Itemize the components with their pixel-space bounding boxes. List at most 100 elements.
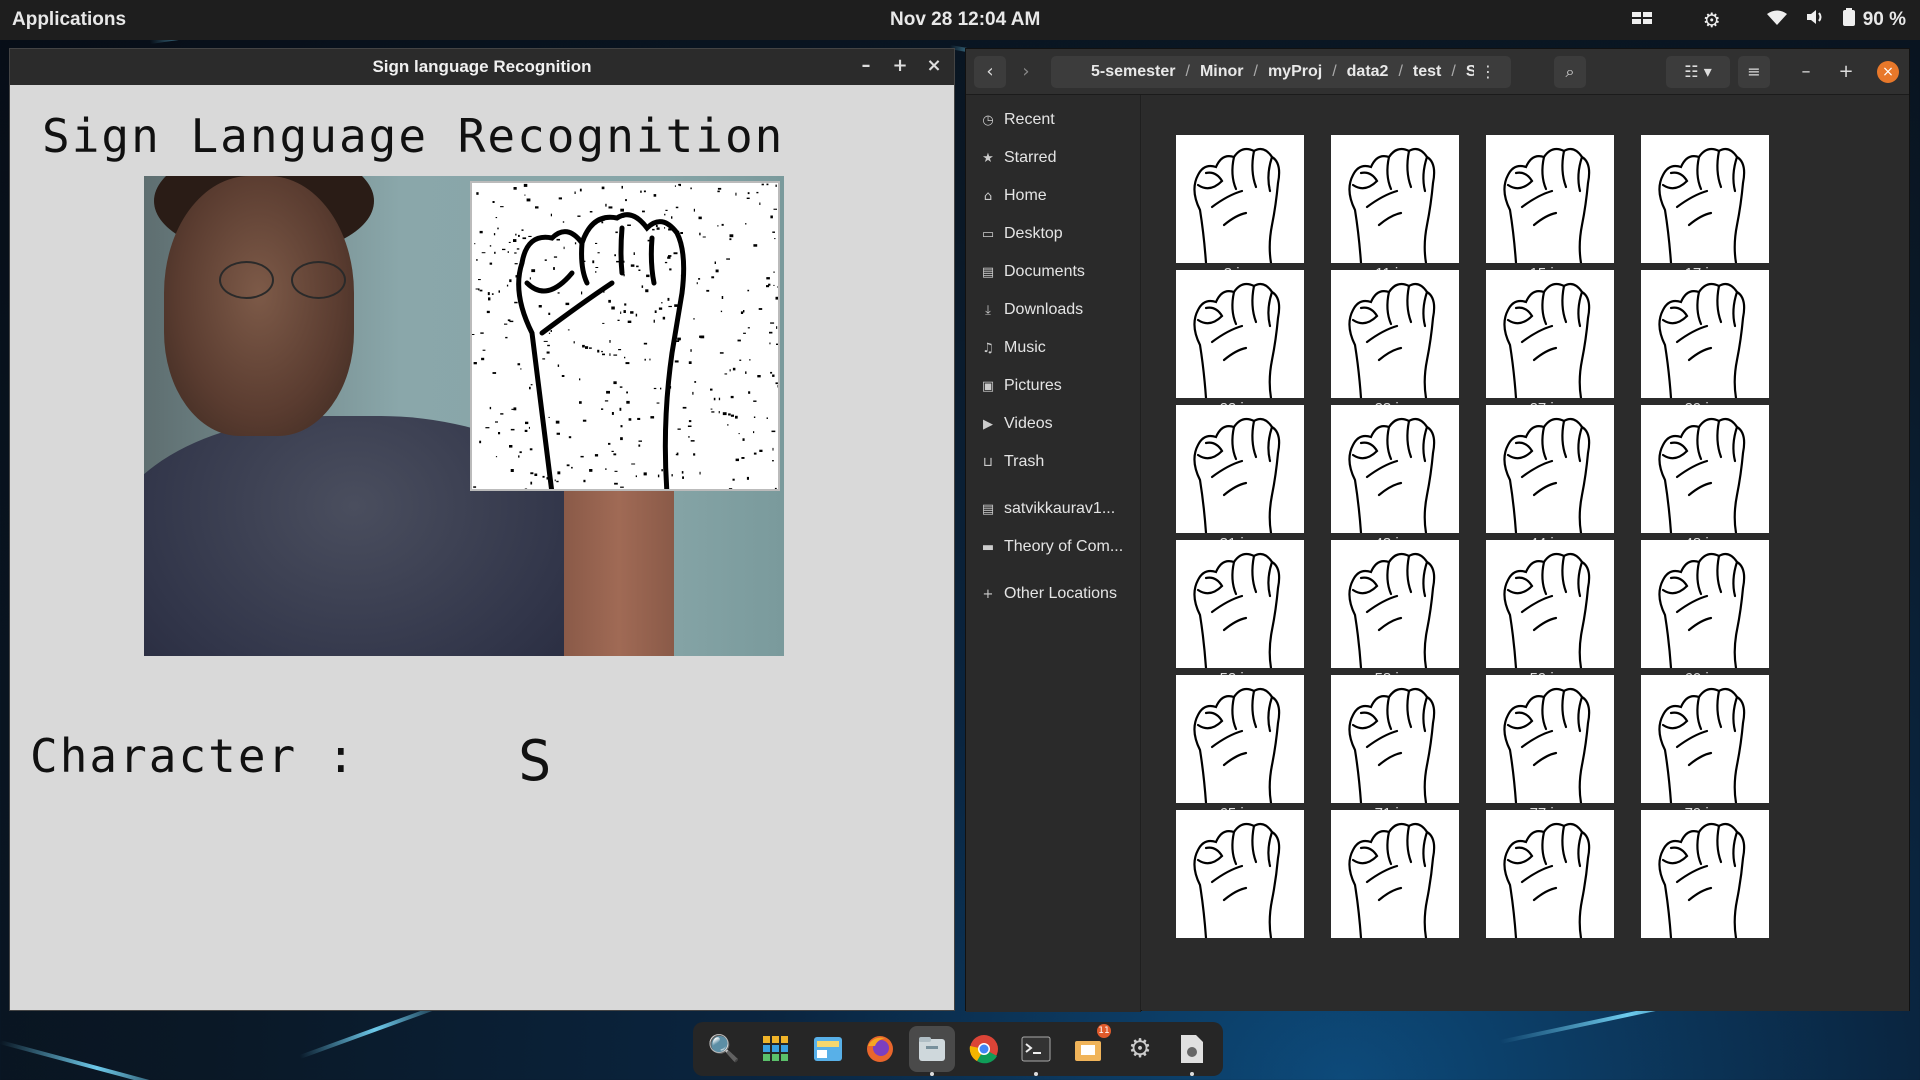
- home-icon: ⌂: [983, 188, 993, 204]
- file-item[interactable]: 15.jpg: [1484, 135, 1614, 285]
- firefox-icon[interactable]: [857, 1026, 903, 1072]
- window-titlebar[interactable]: Sign language Recognition – + ×: [10, 49, 954, 85]
- file-thumbnail: [1176, 270, 1304, 398]
- sidebar-item-recent[interactable]: ◷ Recent: [966, 101, 1140, 139]
- sidebar-item-downloads[interactable]: ⤓ Downloads: [966, 291, 1140, 329]
- file-item[interactable]: 27.jpg: [1484, 270, 1614, 420]
- chrome-icon[interactable]: [961, 1026, 1007, 1072]
- file-thumbnail: [1176, 405, 1304, 533]
- file-item[interactable]: [1639, 810, 1769, 960]
- minimize-button[interactable]: –: [1796, 61, 1816, 83]
- file-item[interactable]: [1329, 810, 1459, 960]
- sidebar-item-label: Starred: [1004, 149, 1057, 166]
- file-manager-header: ‹ › 5-semester / Minor / myProj / data2/test / S…: [966, 49, 1909, 95]
- forward-button[interactable]: ›: [1010, 56, 1042, 88]
- app-grid-icon[interactable]: [753, 1026, 799, 1072]
- file-item[interactable]: 23.jpg: [1329, 270, 1459, 420]
- view-toggle-button[interactable]: ☷ ▾: [1666, 56, 1730, 88]
- file-item[interactable]: 71.jpg: [1329, 675, 1459, 825]
- file-item[interactable]: 65.jpg: [1174, 675, 1304, 825]
- sidebar-item-theory-of-com[interactable]: ▬ Theory of Com...: [966, 528, 1140, 566]
- file-item[interactable]: 77.jpg: [1484, 675, 1614, 825]
- sidebar: ◷ Recent ★ Starred ⌂ Home ▭ Desktop ▤ Documents ⤓ D…: [966, 95, 1141, 1012]
- sidebar-item-label: satvikkaurav1...: [1004, 500, 1116, 517]
- close-button[interactable]: ×: [1877, 61, 1899, 83]
- sidebar-item-pictures[interactable]: ▣ Pictures: [966, 367, 1140, 405]
- file-item[interactable]: 11.jpg: [1329, 135, 1459, 285]
- sidebar-item-satvikkaurav1[interactable]: ▤ satvikkaurav1...: [966, 490, 1140, 528]
- battery-icon[interactable]: [1842, 8, 1855, 32]
- applications-menu[interactable]: Applications: [12, 9, 126, 31]
- file-item[interactable]: 52.jpg: [1174, 540, 1304, 690]
- installer-icon[interactable]: [1169, 1026, 1215, 1076]
- file-item[interactable]: 22.jpg: [1174, 270, 1304, 420]
- minimize-button[interactable]: –: [856, 55, 876, 77]
- app-heading: Sign Language Recognition: [42, 109, 785, 163]
- path-separator: /: [1332, 63, 1337, 80]
- file-thumbnail: [1641, 135, 1769, 263]
- workspaces-icon[interactable]: [805, 1026, 851, 1072]
- terminal-icon[interactable]: [1013, 1026, 1059, 1076]
- folder-icon: ▬: [981, 539, 995, 555]
- breadcrumb[interactable]: 5-semester / Minor / myProj / data2/test / S: [1051, 56, 1511, 88]
- window-title: Sign language Recognition: [372, 57, 592, 76]
- file-item[interactable]: 48.jpg: [1639, 405, 1769, 555]
- notification-badge: 11: [1097, 1024, 1111, 1038]
- settings-gear-icon[interactable]: ⚙: [1703, 8, 1721, 33]
- path-menu-button[interactable]: ⋮: [1474, 56, 1502, 88]
- volume-icon[interactable]: [1805, 8, 1825, 32]
- file-item[interactable]: 60.jpg: [1639, 540, 1769, 690]
- file-item[interactable]: 59.jpg: [1484, 540, 1614, 690]
- file-thumbnail: [1486, 405, 1614, 533]
- maximize-button[interactable]: +: [890, 55, 910, 77]
- file-item[interactable]: 43.jpg: [1329, 405, 1459, 555]
- file-thumbnail: [1641, 810, 1769, 938]
- file-item[interactable]: [1174, 810, 1304, 960]
- character-value: S: [518, 729, 552, 794]
- breadcrumb-item[interactable]: 5-semester: [1091, 63, 1176, 81]
- file-item[interactable]: 31.jpg: [1174, 405, 1304, 555]
- files-app-icon[interactable]: [909, 1026, 955, 1076]
- file-item[interactable]: 29.jpg: [1639, 270, 1769, 420]
- breadcrumb-item[interactable]: myProj: [1268, 63, 1322, 81]
- close-button[interactable]: ×: [924, 55, 944, 77]
- battery-percent: 90 %: [1862, 9, 1906, 30]
- file-item[interactable]: [1484, 810, 1614, 960]
- sidebar-item-starred[interactable]: ★ Starred: [966, 139, 1140, 177]
- sidebar-item-other-locations[interactable]: + Other Locations: [966, 575, 1140, 613]
- maximize-button[interactable]: +: [1836, 61, 1856, 83]
- clock-icon: ◷: [982, 112, 994, 128]
- sidebar-item-music[interactable]: ♫ Music: [966, 329, 1140, 367]
- sidebar-item-home[interactable]: ⌂ Home: [966, 177, 1140, 215]
- file-item[interactable]: 79.jpg: [1639, 675, 1769, 825]
- videos-icon: ▶: [983, 416, 993, 432]
- main-menu-button[interactable]: ≡: [1738, 56, 1770, 88]
- file-thumbnail: [1331, 675, 1459, 803]
- file-item[interactable]: 3.jpg: [1174, 135, 1304, 285]
- breadcrumb-item[interactable]: test: [1413, 63, 1441, 81]
- sidebar-item-desktop[interactable]: ▭ Desktop: [966, 215, 1140, 253]
- sidebar-item-videos[interactable]: ▶ Videos: [966, 405, 1140, 443]
- sidebar-item-documents[interactable]: ▤ Documents: [966, 253, 1140, 291]
- file-item[interactable]: 17.jpg: [1639, 135, 1769, 285]
- breadcrumb-item[interactable]: Minor: [1200, 63, 1244, 81]
- back-button[interactable]: ‹: [974, 56, 1006, 88]
- file-thumbnail: [1486, 135, 1614, 263]
- sidebar-item-trash[interactable]: ⊔ Trash: [966, 443, 1140, 481]
- wifi-icon[interactable]: [1766, 9, 1787, 32]
- workspace-icon[interactable]: [1631, 9, 1653, 32]
- breadcrumb-item[interactable]: data2: [1347, 63, 1389, 81]
- clock[interactable]: Nov 28 12:04 AM: [890, 9, 1040, 31]
- settings-icon[interactable]: ⚙: [1117, 1026, 1163, 1072]
- search-app-icon[interactable]: 🔍: [701, 1026, 747, 1072]
- file-thumbnail: [1641, 675, 1769, 803]
- search-button[interactable]: ⌕: [1554, 56, 1586, 88]
- file-manager-window: ‹ › 5-semester / Minor / myProj / data2 / test / S…: [965, 48, 1910, 1012]
- file-thumbnail: [1486, 675, 1614, 803]
- software-store-icon[interactable]: 11: [1065, 1024, 1111, 1072]
- file-thumbnail: [1176, 675, 1304, 803]
- file-item[interactable]: 58.jpg: [1329, 540, 1459, 690]
- file-item[interactable]: 44.jpg: [1484, 405, 1614, 555]
- document-icon: ▤: [981, 264, 995, 280]
- sidebar-item-label: Pictures: [1004, 377, 1062, 394]
